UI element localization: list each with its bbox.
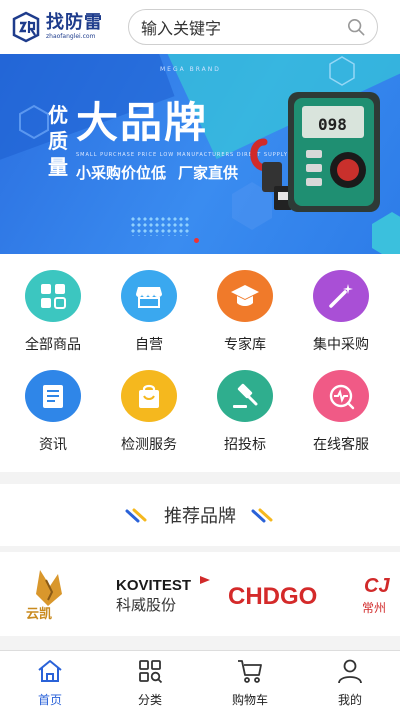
brand-name: 云凯 — [26, 606, 52, 622]
menu-item-online-support[interactable]: 在线客服 — [291, 354, 391, 454]
header: 找防雷 zhaofanglei.com 输入关键字 — [0, 0, 400, 54]
category-icon — [139, 660, 163, 684]
tab-label: 分类 — [137, 693, 162, 707]
promo-banner[interactable]: MEGA BRAND 优质量 大品牌 SMALL PURCHASE PRICE … — [0, 54, 400, 254]
brand-subtitle: 科威股份 — [116, 596, 176, 614]
banner-subtitle-left: 小采购价位低 — [76, 164, 167, 182]
logo-name: 找防雷 — [46, 12, 103, 33]
kovitest-logo: KOVITEST 科威股份 — [116, 576, 210, 614]
brand-name: CHDGO — [228, 583, 317, 610]
shopping-bag-icon — [139, 384, 159, 408]
menu-item-self-operated[interactable]: 自营 — [99, 254, 199, 354]
menu-label: 专家库 — [224, 337, 266, 353]
graduation-cap-icon — [231, 285, 259, 306]
tab-label: 我的 — [337, 693, 362, 707]
brand-name: CJ — [364, 575, 390, 597]
tab-label: 首页 — [37, 693, 62, 707]
recommended-brands-title: 推荐品牌 — [164, 506, 236, 527]
document-icon — [43, 385, 63, 408]
menu-label: 资讯 — [39, 437, 67, 453]
logo-text: 找防雷 zhaofanglei.com — [46, 13, 103, 41]
menu-item-news[interactable]: 资讯 — [3, 354, 103, 454]
menu-item-all-products[interactable]: 全部商品 — [3, 254, 103, 354]
menu-icon-bg — [313, 270, 369, 322]
logo[interactable]: 找防雷 zhaofanglei.com — [10, 7, 122, 47]
brand-name: KOVITEST — [116, 577, 191, 594]
carousel-indicator[interactable] — [194, 238, 199, 243]
menu-label: 全部商品 — [25, 337, 81, 353]
magic-wand-icon — [329, 284, 353, 308]
menu-item-expert-library[interactable]: 专家库 — [195, 254, 295, 354]
tab-home[interactable]: 首页 — [0, 651, 100, 710]
yunkai-logo: 云凯 — [26, 570, 62, 622]
tab-category[interactable]: 分类 — [100, 651, 200, 710]
menu-icon-bg — [217, 370, 273, 422]
recommended-brands-header: 推荐品牌 — [0, 484, 400, 546]
app: 找防雷 zhaofanglei.com 输入关键字 MEGA BRAND 优质量… — [0, 0, 400, 710]
menu-item-centralized-procurement[interactable]: 集中采购 — [291, 254, 391, 354]
slash-decoration-icon — [251, 508, 273, 523]
support-icon — [329, 384, 355, 410]
logo-domain: zhaofanglei.com — [46, 33, 96, 40]
banner-dot-pattern — [130, 216, 190, 236]
menu-icon-bg — [25, 370, 81, 422]
meter-reading: 098 — [318, 115, 347, 134]
insulation-tester-icon: 098 — [288, 92, 380, 212]
search-icon[interactable] — [347, 18, 365, 36]
slash-decoration-icon — [125, 508, 147, 523]
banner-subtitle-right: 厂家直供 — [178, 164, 239, 182]
chdgo-logo: CHDGO — [224, 576, 328, 612]
bottom-tab-bar: 首页 分类 购物车 我的 — [0, 650, 400, 710]
home-icon — [38, 660, 62, 682]
menu-item-bidding[interactable]: 招投标 — [195, 354, 295, 454]
tab-label: 购物车 — [231, 693, 268, 707]
menu-icon-bg — [217, 270, 273, 322]
tab-cart[interactable]: 购物车 — [200, 651, 300, 710]
brand-subtitle: 常州 — [362, 601, 386, 615]
cart-icon — [238, 660, 262, 683]
menu-label: 集中采购 — [313, 337, 369, 353]
menu-icon-bg — [25, 270, 81, 322]
storefront-icon — [136, 287, 162, 308]
category-menu: 全部商品 自营 专家库 集中采购 资讯 检测服务 招投标 在线客服 — [0, 254, 400, 472]
logo-mark-icon — [12, 11, 40, 43]
menu-label: 招投标 — [224, 437, 266, 453]
brand-logo-yunkai[interactable]: 云凯 — [18, 566, 84, 622]
banner-side-text: 优质量 — [48, 103, 68, 179]
grid-icon — [41, 284, 66, 309]
menu-icon-bg — [121, 370, 177, 422]
cj-logo: CJ 常州 — [362, 575, 390, 615]
tab-profile[interactable]: 我的 — [300, 651, 400, 710]
menu-label: 在线客服 — [313, 437, 369, 453]
gavel-icon — [233, 383, 258, 408]
search-placeholder: 输入关键字 — [141, 19, 222, 38]
banner-caption: MEGA BRAND — [160, 66, 221, 73]
user-icon — [338, 659, 362, 684]
brand-logo-kovitest[interactable]: KOVITEST 科威股份 — [114, 566, 218, 622]
menu-icon-bg — [313, 370, 369, 422]
banner-title: 大品牌 — [76, 98, 209, 147]
menu-icon-bg — [121, 270, 177, 322]
brand-logo-chdgo[interactable]: CHDGO — [222, 566, 332, 622]
search-input[interactable]: 输入关键字 — [128, 9, 378, 45]
menu-item-testing-service[interactable]: 检测服务 — [99, 354, 199, 454]
menu-label: 检测服务 — [121, 437, 177, 453]
brand-carousel: 云凯 KOVITEST 科威股份 CHDGO CJ 常州 — [0, 552, 400, 636]
brand-logo-cj[interactable]: CJ 常州 — [360, 566, 400, 622]
menu-label: 自营 — [135, 337, 163, 353]
